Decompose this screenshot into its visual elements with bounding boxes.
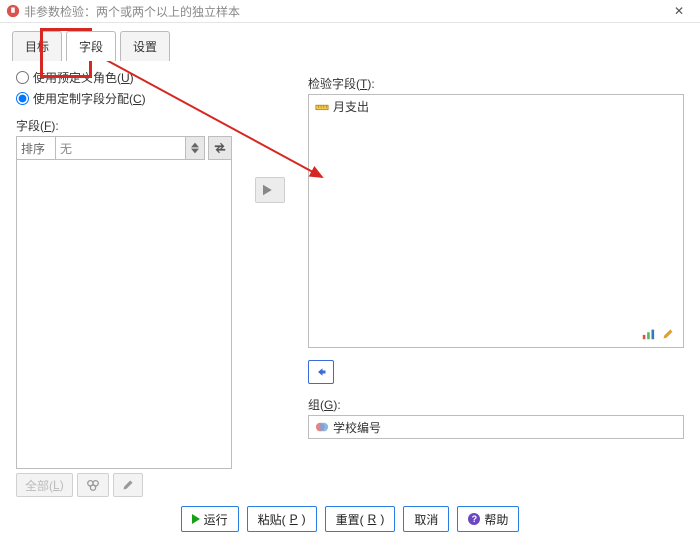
play-icon (192, 514, 200, 524)
pencil-icon[interactable] (659, 325, 677, 343)
test-fields-list[interactable]: 月支出 (308, 94, 684, 348)
group-label: 组(G): (308, 396, 684, 413)
sort-label: 排序 (17, 137, 56, 159)
list-item-label: 月支出 (333, 98, 369, 115)
help-icon: ? (468, 513, 480, 525)
sort-select[interactable]: 无 (56, 137, 185, 159)
run-button[interactable]: 运行 (181, 506, 239, 532)
swap-button[interactable] (208, 136, 232, 160)
tab-fields[interactable]: 字段 (66, 31, 116, 61)
all-button[interactable]: 全部(L) (16, 473, 73, 497)
list-tool-icons (639, 325, 677, 343)
radio-predefined-roles[interactable]: 使用预定义角色(U) (16, 69, 232, 86)
reset-button[interactable]: 重置(R) (325, 506, 396, 532)
test-fields-label: 检验字段(T): (308, 75, 684, 92)
move-left-button[interactable] (308, 360, 334, 384)
group-field-box[interactable]: 学校编号 (308, 415, 684, 439)
help-button[interactable]: ?帮助 (457, 506, 519, 532)
paste-button[interactable]: 粘贴(P) (247, 506, 317, 532)
title-bar: 非参数检验：两个或两个以上的独立样本 ✕ (0, 0, 700, 23)
sort-spinner[interactable] (185, 137, 204, 159)
close-icon[interactable]: ✕ (664, 4, 694, 18)
scale-icon (315, 100, 329, 114)
radio-custom-fields[interactable]: 使用定制字段分配(C) (16, 90, 232, 107)
available-fields-list[interactable] (16, 160, 232, 469)
fields-label: 字段(F): (16, 117, 232, 134)
radio-custom-input[interactable] (16, 92, 29, 105)
cancel-button[interactable]: 取消 (403, 506, 449, 532)
tab-settings[interactable]: 设置 (120, 31, 170, 61)
edit-icon-button[interactable] (113, 473, 143, 497)
window-title: 非参数检验：两个或两个以上的独立样本 (24, 3, 240, 20)
tab-target[interactable]: 目标 (12, 31, 62, 61)
radio-predefined-input[interactable] (16, 71, 29, 84)
list-item[interactable]: 月支出 (309, 95, 683, 118)
nominal-icon (315, 420, 329, 434)
footer-buttons: 运行 粘贴(P) 重置(R) 取消 ?帮助 (0, 506, 700, 532)
app-icon (6, 4, 20, 18)
chart-icon[interactable] (639, 325, 657, 343)
move-right-button[interactable] (255, 177, 285, 203)
tabs-bar: 目标 字段 设置 (0, 23, 700, 61)
filter-icon-button[interactable] (77, 473, 109, 497)
group-item-label: 学校编号 (333, 419, 381, 436)
